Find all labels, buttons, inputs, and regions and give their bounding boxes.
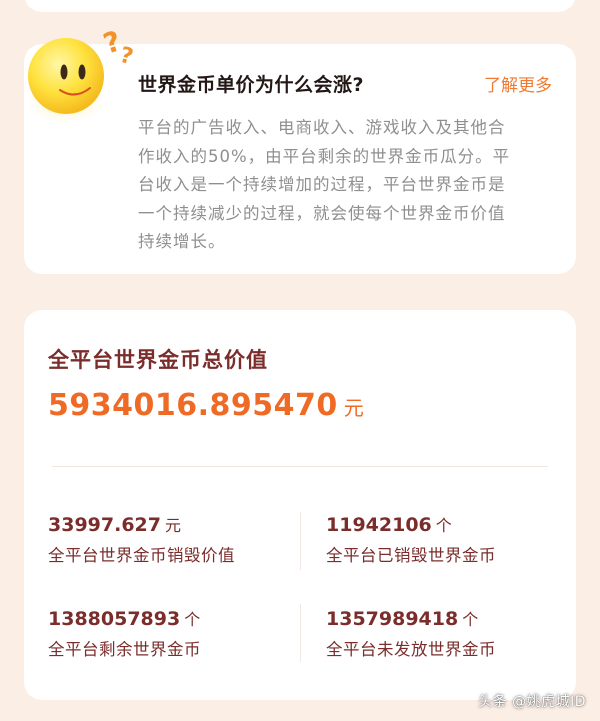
- total-value-label: 全平台世界金币总价值: [48, 348, 268, 372]
- info-line: 平台的广告收入、电商收入、游戏收入及其他合: [138, 118, 506, 137]
- stat-label: 全平台未发放世界金币: [326, 640, 496, 659]
- total-value-number: 5934016.895470: [48, 388, 338, 423]
- stat-remaining-coins: 1388057893 个 全平台剩余世界金币: [48, 606, 201, 660]
- learn-more-link[interactable]: 了解更多: [484, 71, 552, 96]
- info-title: 世界金币单价为什么会涨?: [138, 74, 365, 96]
- info-line: 持续增长。: [138, 232, 226, 251]
- stat-number: 1388057893: [48, 608, 181, 630]
- smiley-face-icon: [26, 38, 106, 124]
- stat-destroyed-value: 33997.627 元 全平台世界金币销毁价值: [48, 512, 235, 566]
- previous-card: [24, 0, 576, 12]
- stat-label: 全平台世界金币销毁价值: [48, 546, 235, 565]
- info-line: 一个持续减少的过程，就会使每个世界金币价值: [138, 203, 506, 223]
- divider: [52, 466, 548, 467]
- stat-unit: 个: [184, 610, 201, 629]
- stat-label: 全平台已销毁世界金币: [326, 546, 496, 565]
- stat-number: 11942106: [326, 514, 432, 536]
- stat-number: 1357989418: [326, 608, 459, 630]
- column-divider: [300, 604, 301, 662]
- total-value: 5934016.895470 元: [48, 388, 364, 423]
- total-value-unit: 元: [343, 396, 364, 420]
- stat-unissued-coins: 1357989418 个 全平台未发放世界金币: [326, 606, 496, 660]
- stat-unit: 个: [462, 610, 479, 629]
- column-divider: [300, 512, 301, 570]
- watermark: 头条 @姚虎城ID: [478, 694, 586, 710]
- info-line: 作收入的50%，由平台剩余的世界金币瓜分。平: [138, 146, 511, 166]
- stat-unit: 元: [164, 516, 181, 535]
- stat-unit: 个: [435, 516, 452, 535]
- stat-label: 全平台剩余世界金币: [48, 640, 201, 659]
- info-line: 台收入是一个持续增加的过程，平台世界金币是: [138, 175, 506, 194]
- stat-destroyed-coins: 11942106 个 全平台已销毁世界金币: [326, 512, 496, 566]
- stat-number: 33997.627: [48, 514, 161, 536]
- info-description: 平台的广告收入、电商收入、游戏收入及其他合 作收入的50%，由平台剩余的世界金币…: [138, 114, 556, 257]
